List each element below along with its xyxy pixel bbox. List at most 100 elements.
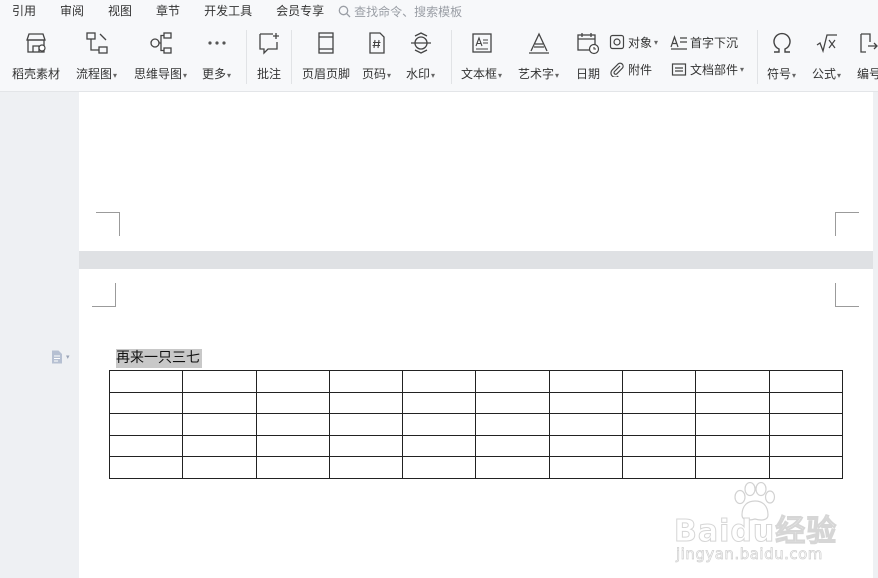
dropcap-button[interactable]: 首字下沉 [670, 33, 738, 51]
ribbon-toolbar: 稻壳素材 流程图▾ 思维导图▾ 更多▾ 批注 页眉页脚 页码▾ 水印▾ 文本框▾… [0, 22, 878, 92]
table-cell[interactable] [475, 456, 550, 479]
table-cell[interactable] [328, 456, 404, 479]
table-cell[interactable] [402, 456, 477, 479]
table-cell[interactable] [548, 370, 624, 393]
table-cell[interactable] [475, 370, 550, 393]
table-cell[interactable] [108, 370, 184, 393]
table-cell[interactable] [768, 370, 844, 393]
date-button[interactable]: 日期 [575, 30, 601, 82]
table-cell[interactable] [182, 456, 257, 479]
baidu-watermark: Baidu经验 jingyan.baidu.com [672, 480, 872, 575]
formula-button[interactable]: 公式▾ [812, 30, 841, 82]
menu-developer[interactable]: 开发工具 [192, 0, 264, 22]
menu-view[interactable]: 视图 [96, 0, 144, 22]
table-cell[interactable] [695, 413, 770, 436]
menu-review[interactable]: 审阅 [48, 0, 96, 22]
menu-sections[interactable]: 章节 [144, 0, 192, 22]
watermark-brand: Baidu经验 [673, 514, 838, 550]
menu-references[interactable]: 引用 [0, 0, 48, 22]
table-cell[interactable] [695, 456, 770, 479]
flowchart-label: 流程图 [76, 67, 113, 81]
flowchart-icon [84, 30, 110, 56]
mindmap-button[interactable]: 思维导图▾ [134, 30, 187, 82]
table-cell[interactable] [255, 370, 330, 393]
table-cell[interactable] [622, 434, 697, 458]
more-button[interactable]: 更多▾ [202, 30, 231, 82]
menu-member[interactable]: 会员专享 [264, 0, 336, 22]
table-cell[interactable] [108, 456, 184, 479]
table-cell[interactable] [622, 456, 697, 479]
table-cell[interactable] [402, 370, 477, 393]
table-cell[interactable] [695, 391, 770, 415]
command-search[interactable]: 查找命令、搜索模板 [338, 3, 462, 20]
table-cell[interactable] [328, 391, 404, 415]
table-cell[interactable] [475, 434, 550, 458]
table-cell[interactable] [402, 434, 477, 458]
table-cell[interactable] [622, 370, 697, 393]
table-cell[interactable] [255, 391, 330, 415]
table-cell[interactable] [108, 434, 184, 458]
attachment-button[interactable]: 附件 [608, 60, 652, 78]
object-button[interactable]: 对象 ▾ [608, 33, 658, 51]
right-gutter [873, 92, 878, 578]
table-cell[interactable] [475, 413, 550, 436]
header-footer-icon [313, 30, 339, 56]
header-footer-button[interactable]: 页眉页脚 [302, 30, 350, 82]
table-cell[interactable] [768, 391, 844, 415]
numbering-button[interactable]: 编号 [856, 30, 878, 82]
page-previous[interactable] [79, 92, 873, 251]
left-gutter [0, 92, 79, 578]
textbox-button[interactable]: 文本框▾ [461, 30, 502, 82]
formula-label: 公式 [812, 67, 837, 81]
table-cell[interactable] [548, 434, 624, 458]
table-cell[interactable] [695, 370, 770, 393]
table-cell[interactable] [328, 413, 404, 436]
numbering-icon [856, 30, 878, 56]
table-cell[interactable] [402, 413, 477, 436]
table-cell[interactable] [108, 391, 184, 415]
document-table[interactable] [108, 370, 844, 479]
table-cell[interactable] [182, 391, 257, 415]
object-label: 对象 [628, 35, 653, 50]
table-cell[interactable] [548, 456, 624, 479]
table-cell[interactable] [255, 456, 330, 479]
table-cell[interactable] [182, 370, 257, 393]
table-cell[interactable] [328, 370, 404, 393]
page-number-button[interactable]: 页码▾ [362, 30, 391, 82]
table-cell[interactable] [108, 413, 184, 436]
table-row [108, 413, 844, 436]
wordart-icon [526, 30, 552, 56]
table-cell[interactable] [255, 413, 330, 436]
comment-button[interactable]: 批注 [256, 30, 282, 82]
paragraph-handle[interactable]: ▾ [51, 350, 70, 364]
table-cell[interactable] [328, 434, 404, 458]
table-cell[interactable] [255, 434, 330, 458]
daoke-material-button[interactable]: 稻壳素材 [12, 30, 60, 82]
paperclip-icon [608, 60, 626, 78]
table-cell[interactable] [182, 413, 257, 436]
table-cell[interactable] [768, 434, 844, 458]
table-cell[interactable] [475, 391, 550, 415]
chevron-down-icon: ▾ [498, 71, 503, 80]
margin-mark-top-right [835, 283, 859, 307]
symbol-button[interactable]: 符号▾ [767, 30, 796, 82]
table-cell[interactable] [548, 391, 624, 415]
table-cell[interactable] [695, 434, 770, 458]
flowchart-button[interactable]: 流程图▾ [76, 30, 117, 82]
wordart-label: 艺术字 [518, 67, 555, 81]
table-cell[interactable] [622, 413, 697, 436]
doc-parts-icon [670, 60, 688, 78]
watermark-label: 水印 [406, 67, 431, 81]
wordart-button[interactable]: 艺术字▾ [518, 30, 559, 82]
table-cell[interactable] [768, 413, 844, 436]
watermark-button[interactable]: 水印▾ [406, 30, 435, 82]
comment-add-icon [256, 30, 282, 56]
table-cell[interactable] [548, 413, 624, 436]
document-icon [52, 350, 62, 364]
table-cell[interactable] [402, 391, 477, 415]
table-cell[interactable] [182, 434, 257, 458]
doc-parts-button[interactable]: 文档部件 ▾ [670, 60, 744, 78]
selected-paragraph-text[interactable]: 再来一只三七 [116, 349, 202, 368]
table-cell[interactable] [768, 456, 844, 479]
table-cell[interactable] [622, 391, 697, 415]
